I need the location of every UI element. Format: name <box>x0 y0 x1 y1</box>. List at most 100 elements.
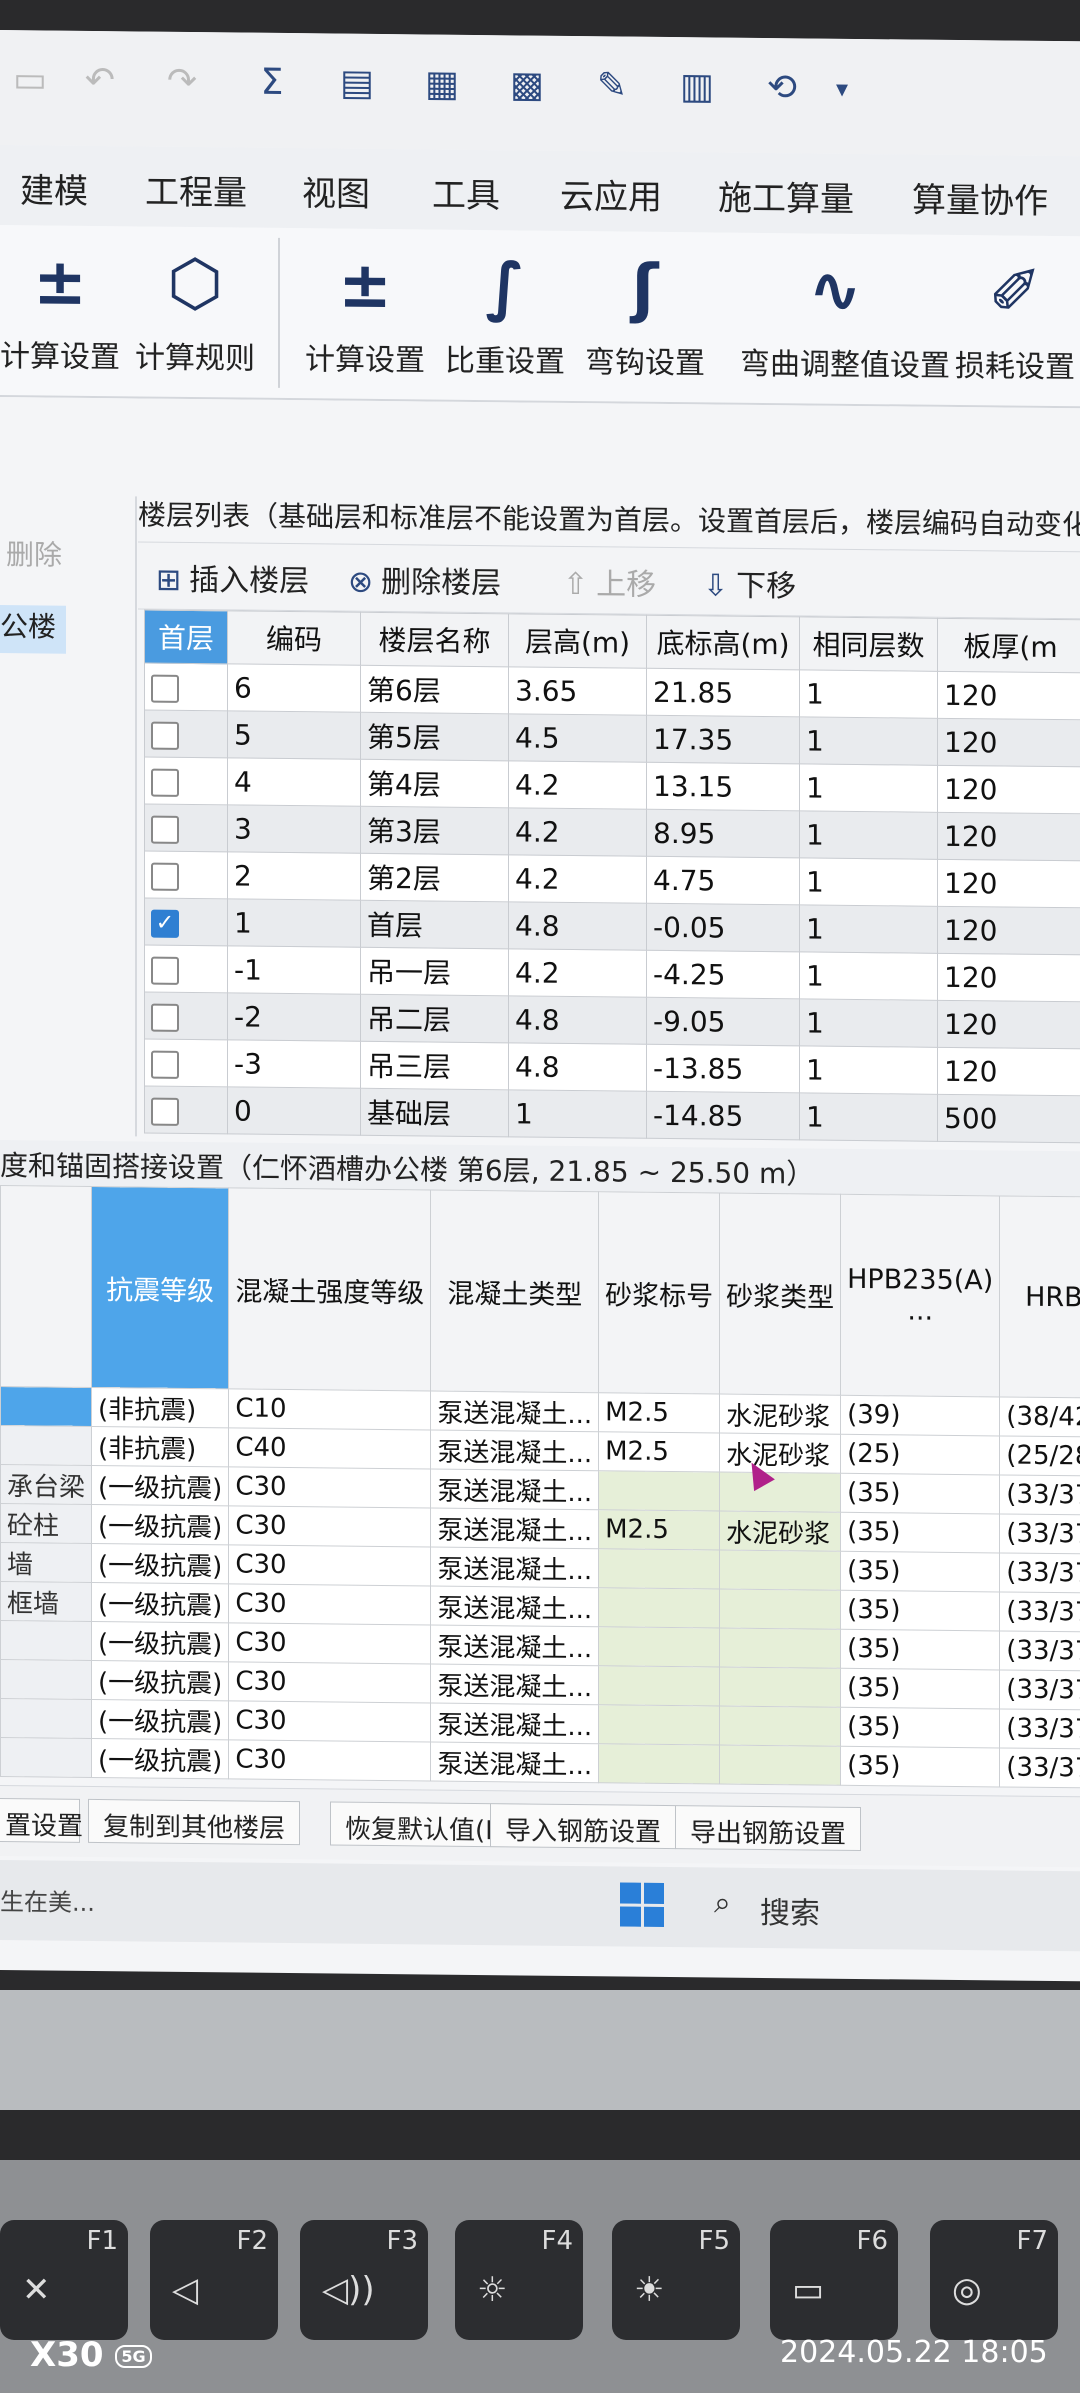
cell-concrete[interactable]: C30 <box>228 1661 431 1704</box>
cell-hpb[interactable]: (35) <box>840 1746 1000 1787</box>
hook-settings-button[interactable]: ʃ 弯钩设置 <box>575 231 715 402</box>
first-floor-checkbox[interactable] <box>151 815 179 844</box>
cell-bottom[interactable]: 4.75 <box>646 856 800 905</box>
import-rebar-button[interactable]: 导入钢筋设置 <box>490 1803 677 1850</box>
cell-code[interactable]: -3 <box>227 1039 361 1089</box>
first-floor-checkbox[interactable] <box>151 1003 179 1032</box>
cell-hrb[interactable]: (33/37) <box>999 1474 1080 1516</box>
rebar-calc-settings-button[interactable]: ± 计算设置 <box>295 228 435 399</box>
calc-rules-button[interactable]: ⬡ 计算规则 <box>125 226 265 397</box>
cell-height[interactable]: 4.5 <box>508 713 647 763</box>
cell-concrete[interactable]: C10 <box>228 1388 431 1431</box>
cell-same[interactable]: 1 <box>799 810 938 860</box>
cell-name[interactable]: 第4层 <box>360 759 509 808</box>
cell-mortar[interactable] <box>598 1470 720 1512</box>
table-row[interactable]: 0 基础层 1 -14.85 1 500 <box>144 1086 1080 1143</box>
density-settings-button[interactable]: ∫ 比重设置 <box>435 230 575 401</box>
export-rebar-button[interactable]: 导出钢筋设置 <box>675 1805 862 1852</box>
cell-concrete[interactable]: C30 <box>228 1505 431 1548</box>
cell-mtype[interactable] <box>719 1472 841 1513</box>
cell-bottom[interactable]: 8.95 <box>646 809 800 858</box>
cell-same[interactable]: 1 <box>799 998 938 1048</box>
cell-height[interactable]: 4.8 <box>508 1042 647 1092</box>
cell-bottom[interactable]: -9.05 <box>646 997 800 1046</box>
first-floor-checkbox[interactable] <box>151 674 179 703</box>
tab-collaboration[interactable]: 算量协作 <box>912 173 1048 223</box>
cell-same[interactable]: 1 <box>799 904 938 954</box>
cell-name[interactable]: 吊三层 <box>360 1041 509 1090</box>
calc-settings-button[interactable]: ± 计算设置 <box>0 225 130 396</box>
cell-grade[interactable]: (一级抗震) <box>91 1582 229 1623</box>
redo-icon[interactable]: ↷ <box>160 60 204 104</box>
cell-hpb[interactable]: (35) <box>840 1707 1000 1748</box>
cell-hpb[interactable]: (35) <box>840 1629 1000 1670</box>
cell-name[interactable]: 首层 <box>360 900 509 949</box>
delete-button[interactable]: 删除 <box>0 533 136 584</box>
cell-mortar[interactable]: M2.5 <box>598 1509 720 1551</box>
cell-mortar[interactable]: M2.5 <box>598 1431 720 1473</box>
cell-concrete[interactable]: C30 <box>228 1583 431 1626</box>
cell-mortar[interactable] <box>598 1548 720 1590</box>
cell-bottom[interactable]: 13.15 <box>646 762 800 811</box>
cell-same[interactable]: 1 <box>799 1045 938 1095</box>
cell-slab[interactable]: 120 <box>937 765 1080 814</box>
cell-name[interactable]: 基础层 <box>360 1088 509 1137</box>
cell-code[interactable]: 3 <box>227 804 361 854</box>
cell-concrete[interactable]: C30 <box>228 1622 431 1665</box>
cell-slab[interactable]: 120 <box>937 953 1080 1002</box>
cell-concrete[interactable]: C30 <box>228 1544 431 1587</box>
cell-bottom[interactable]: -0.05 <box>646 903 800 952</box>
cell-hrb[interactable]: (33/37) <box>999 1708 1080 1750</box>
cell-mtype[interactable]: 水泥砂浆 <box>719 1394 841 1435</box>
cell-mtype[interactable] <box>719 1589 841 1630</box>
first-floor-checkbox[interactable] <box>151 1050 179 1079</box>
layout-icon[interactable]: ▩ <box>505 63 549 107</box>
first-floor-checkbox[interactable] <box>151 1097 179 1126</box>
cell-hrb[interactable]: (33/37) <box>999 1591 1080 1633</box>
cell-grade[interactable]: (一级抗震) <box>91 1738 229 1779</box>
cell-slab[interactable]: 120 <box>937 812 1080 861</box>
cell-ctype[interactable]: 泵送混凝土... <box>430 1664 599 1705</box>
cell-bottom[interactable]: -4.25 <box>646 950 800 999</box>
cell-height[interactable]: 4.2 <box>508 807 647 857</box>
cell-grade[interactable]: (非抗震) <box>91 1387 229 1428</box>
undo-icon[interactable]: ↶ <box>78 59 122 103</box>
cell-name[interactable]: 第6层 <box>360 665 509 714</box>
cell-name[interactable]: 吊一层 <box>360 947 509 996</box>
taskbar-search[interactable]: 搜索 <box>760 1888 820 1933</box>
bend-adjust-button[interactable]: ∿ 弯曲调整值设置 <box>740 233 950 405</box>
cell-hpb[interactable]: (35) <box>840 1590 1000 1631</box>
delete-floor-button[interactable]: ⊗ 删除楼层 <box>348 557 501 603</box>
tab-construction[interactable]: 施工算量 <box>718 171 854 221</box>
cell-mtype[interactable] <box>719 1628 841 1669</box>
cell-mtype[interactable] <box>719 1667 841 1708</box>
cell-hpb[interactable]: (35) <box>840 1512 1000 1553</box>
cell-code[interactable]: -1 <box>227 945 361 995</box>
cell-same[interactable]: 1 <box>799 716 938 766</box>
move-up-button[interactable]: ⇧ 上移 <box>563 559 656 604</box>
cell-slab[interactable]: 120 <box>937 718 1080 767</box>
cell-bottom[interactable]: -14.85 <box>646 1091 800 1140</box>
cell-bottom[interactable]: -13.85 <box>646 1044 800 1093</box>
first-floor-checkbox[interactable] <box>151 768 179 797</box>
windows-start-icon[interactable] <box>620 1882 664 1927</box>
cell-mortar[interactable] <box>598 1743 720 1785</box>
cell-grade[interactable]: (一级抗震) <box>91 1543 229 1584</box>
cell-slab[interactable]: 120 <box>937 671 1080 720</box>
cell-mortar[interactable] <box>598 1665 720 1707</box>
cell-hrb[interactable]: (33/37) <box>999 1747 1080 1789</box>
cell-name[interactable]: 第3层 <box>360 806 509 855</box>
cell-grade[interactable]: (一级抗震) <box>91 1504 229 1545</box>
cell-concrete[interactable]: C30 <box>228 1466 431 1509</box>
cell-mortar[interactable] <box>598 1587 720 1629</box>
first-floor-checkbox[interactable] <box>151 862 179 891</box>
cell-height[interactable]: 4.8 <box>508 901 647 951</box>
cell-hpb[interactable]: (35) <box>840 1668 1000 1709</box>
cell-height[interactable]: 4.2 <box>508 854 647 904</box>
cell-grade[interactable]: (一级抗震) <box>91 1621 229 1662</box>
cell-slab[interactable]: 120 <box>937 1000 1080 1049</box>
cell-ctype[interactable]: 泵送混凝土... <box>430 1586 599 1627</box>
cell-concrete[interactable]: C30 <box>228 1700 431 1743</box>
cell-hpb[interactable]: (35) <box>840 1473 1000 1514</box>
cell-same[interactable]: 1 <box>799 763 938 813</box>
